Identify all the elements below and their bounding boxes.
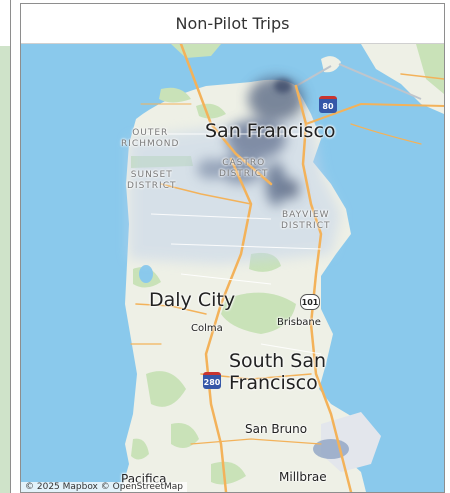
interstate-80-shield: 80 — [319, 96, 337, 113]
panel-title: Non-Pilot Trips — [21, 4, 444, 44]
map-attribution[interactable]: © 2025 Mapbox © OpenStreetMap — [21, 482, 187, 492]
trip-density-map[interactable]: San Francisco OUTER RICHMOND SUNSET DIST… — [21, 44, 444, 492]
label-colma: Colma — [191, 323, 223, 334]
label-san-bruno: San Bruno — [245, 422, 308, 436]
label-daly-city: Daly City — [149, 289, 236, 311]
label-san-francisco: San Francisco — [205, 120, 336, 142]
interstate-280-shield: 280 — [203, 372, 221, 389]
label-bayview-district: BAYVIEW DISTRICT — [281, 210, 331, 231]
label-south-san-francisco: South San Francisco — [229, 350, 327, 394]
map-basemap — [121, 44, 444, 492]
label-sunset-district: SUNSET DISTRICT — [127, 170, 177, 191]
label-brisbane: Brisbane — [277, 317, 321, 328]
label-castro-district: CASTRO DISTRICT — [219, 158, 269, 179]
label-outer-richmond: OUTER RICHMOND — [121, 128, 180, 149]
marin-land — [171, 44, 221, 58]
label-millbrae: Millbrae — [279, 470, 327, 484]
non-pilot-trips-panel: Non-Pilot Trips San Francisco OUTER RICH… — [20, 3, 445, 493]
adjacent-map-edge — [0, 46, 10, 493]
us-101-shield: 101 — [300, 294, 320, 310]
